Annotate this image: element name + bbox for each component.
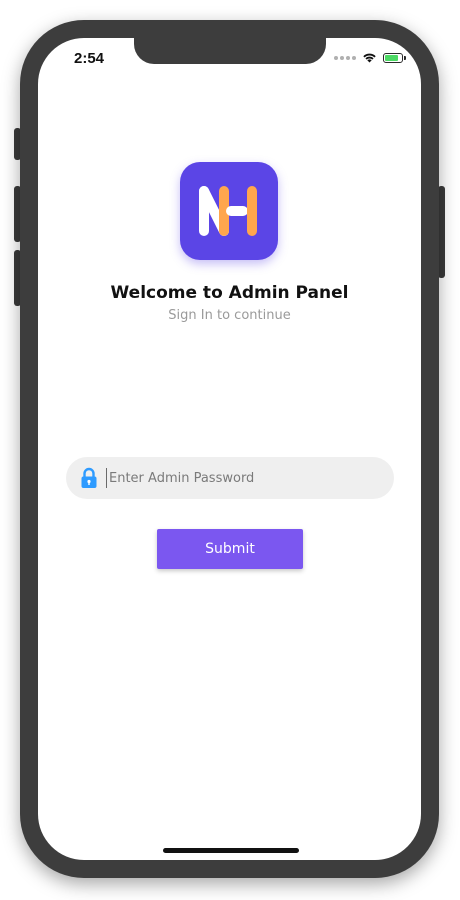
battery-level <box>385 54 398 61</box>
submit-button[interactable]: Submit <box>157 529 303 569</box>
lock-icon <box>81 467 97 488</box>
notch <box>134 38 326 64</box>
power-button <box>438 186 445 278</box>
wifi-icon <box>363 53 376 63</box>
password-input[interactable] <box>106 468 394 488</box>
status-icons <box>334 52 406 63</box>
home-indicator[interactable] <box>163 848 299 853</box>
nh-logo-icon <box>199 186 257 236</box>
battery-icon <box>383 52 406 63</box>
cellular-signal-icon <box>334 55 356 60</box>
device-stage: 2:54 Welcome to Admin Panel Sign In to c… <box>0 0 460 900</box>
welcome-subtitle: Sign In to continue <box>168 308 291 323</box>
welcome-title: Welcome to Admin Panel <box>110 283 349 303</box>
phone-screen: 2:54 Welcome to Admin Panel Sign In to c… <box>38 38 421 860</box>
app-logo <box>180 162 278 260</box>
password-field[interactable] <box>66 457 394 499</box>
status-time: 2:54 <box>74 50 105 67</box>
